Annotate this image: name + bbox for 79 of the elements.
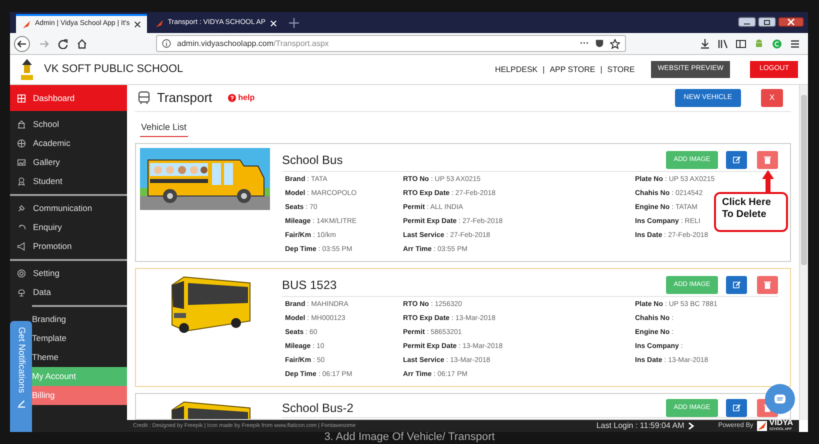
vehicle-title: BUS 1523: [282, 276, 337, 294]
sidebar-item[interactable]: Enquiry: [10, 218, 127, 237]
picture-icon: [17, 158, 26, 167]
sidebar-item[interactable]: Communication: [10, 199, 127, 218]
brand-logo-icon: [757, 421, 768, 431]
download-icon[interactable]: [700, 38, 710, 48]
edit-button[interactable]: [726, 150, 747, 168]
app-icon: [154, 19, 164, 28]
chat-icon: [774, 394, 786, 404]
reload-icon[interactable]: [58, 38, 68, 48]
sidebar-item[interactable]: Template: [32, 329, 127, 348]
school-logo-icon: [20, 58, 34, 80]
delete-button[interactable]: [757, 276, 778, 294]
edit-button[interactable]: [726, 276, 747, 294]
chevron-icon[interactable]: [688, 422, 694, 430]
sidebar-item[interactable]: Promotion: [10, 237, 127, 256]
edit-button[interactable]: [726, 398, 747, 416]
callout-text: Click Here To Delete: [714, 192, 788, 232]
chat-button[interactable]: [765, 384, 795, 414]
scrollbar[interactable]: [799, 85, 808, 420]
trash-icon: [764, 156, 771, 164]
sidebar-item[interactable]: School: [10, 115, 127, 134]
sidebar-item[interactable]: Student: [10, 172, 127, 191]
settings-icon: [17, 269, 26, 278]
sidebar-item[interactable]: Branding: [32, 310, 127, 329]
star-icon[interactable]: [610, 38, 620, 48]
close-icon[interactable]: [134, 21, 141, 28]
delete-button[interactable]: [757, 150, 778, 168]
sidebar-item[interactable]: Setting: [10, 264, 127, 283]
school-name: VK SOFT PUBLIC SCHOOL: [44, 62, 184, 78]
logo-text: VIDYA: [769, 420, 793, 426]
home-icon[interactable]: [77, 38, 87, 48]
edit-icon: [732, 280, 740, 288]
back-icon[interactable]: [14, 36, 30, 52]
dashboard-icon: [17, 94, 26, 102]
sidebar-item[interactable]: Gallery: [10, 153, 127, 172]
address-bar[interactable]: admin.vidyaschoolapp.com/Transport.aspx ···: [156, 35, 626, 52]
megaphone-icon: [17, 242, 26, 251]
header-link[interactable]: STORE: [607, 64, 635, 76]
section-tab[interactable]: Vehicle List: [140, 120, 188, 137]
sidebar-item[interactable]: Data: [10, 283, 127, 302]
award-icon: [17, 177, 26, 186]
edit-icon: [732, 156, 740, 164]
sidebar-item[interactable]: Theme: [32, 348, 127, 367]
caption-text: 3. Add Image Of Vehicle/ Transport: [324, 431, 495, 444]
edit-icon: [16, 399, 26, 408]
last-login-text: Last Login : 11:59:04 AM: [596, 420, 684, 432]
info-icon: [162, 39, 171, 48]
extension-icon[interactable]: [772, 38, 782, 48]
reply-icon: [17, 223, 26, 232]
separator: |: [542, 64, 545, 76]
minimize-icon[interactable]: [738, 17, 756, 27]
help-icon: [228, 94, 236, 102]
new-tab-icon[interactable]: [288, 18, 299, 28]
close-icon[interactable]: [778, 17, 804, 27]
url-text: admin.vidyaschoolapp.com/Transport.aspx: [177, 38, 329, 50]
close-button[interactable]: X: [761, 89, 783, 107]
trash-icon: [764, 280, 771, 288]
header-link[interactable]: APP STORE: [550, 64, 596, 76]
library-icon[interactable]: [718, 38, 728, 48]
edit-icon: [732, 404, 740, 412]
pocket-icon[interactable]: [595, 39, 604, 48]
sidebar-item[interactable]: Dashboard: [10, 85, 127, 111]
globe-icon: [17, 139, 26, 148]
vehicle-card[interactable]: [135, 268, 791, 387]
sidebar-item[interactable]: Academic: [10, 134, 127, 153]
separator: |: [600, 64, 602, 76]
more-icon[interactable]: ···: [580, 36, 589, 50]
vehicle-title: School Bus: [282, 152, 343, 168]
sidebar-icon[interactable]: [736, 38, 746, 48]
menu-icon[interactable]: [790, 38, 800, 48]
vehicle-title: School Bus-2: [282, 400, 354, 416]
app-icon: [22, 20, 31, 29]
bus-icon: [137, 91, 151, 105]
building-icon: [17, 120, 26, 129]
restore-icon[interactable]: [758, 17, 776, 27]
header-link[interactable]: HELPDESK: [494, 64, 538, 76]
help-link[interactable]: help: [228, 92, 255, 104]
page-title: Transport: [157, 89, 212, 108]
